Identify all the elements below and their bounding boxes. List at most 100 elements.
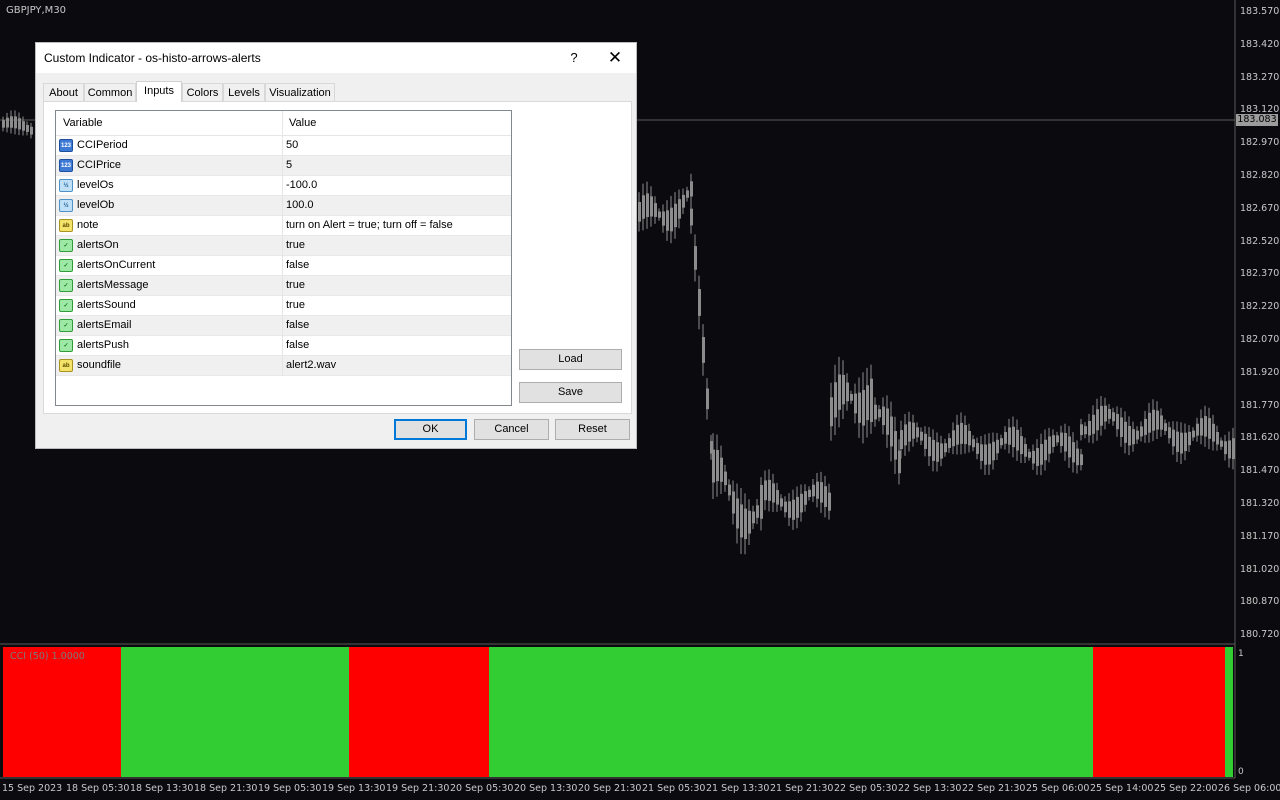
- price-tick-label: 183.570: [1240, 6, 1280, 17]
- ok-button[interactable]: OK: [394, 419, 467, 440]
- variable-value[interactable]: false: [286, 319, 309, 331]
- candle-body: [1216, 431, 1219, 445]
- variable-value[interactable]: true: [286, 239, 305, 251]
- time-tick-label: 20 Sep 21:30: [578, 783, 642, 794]
- candle-body: [1208, 418, 1211, 439]
- candle-body: [1072, 442, 1075, 463]
- table-row[interactable]: 123 CCIPeriod 50: [56, 136, 511, 156]
- help-button[interactable]: ?: [562, 46, 586, 70]
- table-row[interactable]: ✓ alertsSound true: [56, 296, 511, 316]
- table-row[interactable]: ab note turn on Alert = true; turn off = f…: [56, 216, 511, 236]
- variable-value[interactable]: false: [286, 339, 309, 351]
- variable-value[interactable]: true: [286, 279, 305, 291]
- candle-body: [772, 483, 775, 503]
- column-divider: [282, 136, 283, 156]
- time-tick-label: 21 Sep 13:30: [706, 783, 770, 794]
- variable-name: alertsOn: [77, 239, 119, 251]
- variable-name: alertsSound: [77, 299, 136, 311]
- string-type-icon: ab: [59, 359, 73, 372]
- price-tick-label: 182.970: [1240, 137, 1280, 149]
- candle-body: [1140, 426, 1143, 437]
- candle-body: [728, 484, 731, 496]
- table-row[interactable]: ✓ alertsMessage true: [56, 276, 511, 296]
- table-row[interactable]: ½ levelOb 100.0: [56, 196, 511, 216]
- column-divider: [282, 356, 283, 376]
- price-tick-label: 181.320: [1240, 498, 1280, 509]
- variable-value[interactable]: -100.0: [286, 179, 317, 191]
- column-divider: [282, 196, 283, 216]
- column-divider: [282, 276, 283, 296]
- close-icon[interactable]: ✕: [602, 46, 628, 70]
- candle-body: [638, 201, 641, 222]
- candle-body: [920, 431, 923, 441]
- variable-value[interactable]: false: [286, 259, 309, 271]
- variable-name: alertsOnCurrent: [77, 259, 156, 271]
- candle-body: [1084, 426, 1087, 435]
- candle-body: [712, 449, 715, 483]
- time-tick-label: 20 Sep 05:30: [450, 783, 514, 794]
- table-row[interactable]: ✓ alertsPush false: [56, 336, 511, 356]
- price-tick-label: 182.670: [1240, 202, 1280, 214]
- candle-body: [850, 394, 853, 401]
- table-row[interactable]: ½ levelOs -100.0: [56, 176, 511, 196]
- candle-body: [1148, 412, 1151, 433]
- candle-body: [956, 424, 959, 445]
- candle-body: [678, 199, 681, 219]
- header-divider[interactable]: [282, 111, 283, 135]
- table-row[interactable]: ✓ alertsOn true: [56, 236, 511, 256]
- candle-body: [1152, 409, 1155, 431]
- reset-button[interactable]: Reset: [555, 419, 630, 440]
- tab-levels[interactable]: Levels: [223, 83, 265, 101]
- candle-body: [682, 194, 685, 208]
- header-value[interactable]: Value: [289, 117, 316, 129]
- candle-body: [1136, 430, 1139, 440]
- tab-about[interactable]: About: [43, 83, 84, 101]
- table-row[interactable]: ✓ alertsOnCurrent false: [56, 256, 511, 276]
- load-button[interactable]: Load: [519, 349, 622, 370]
- candle-body: [690, 208, 693, 226]
- candle-body: [1100, 405, 1103, 426]
- save-button[interactable]: Save: [519, 382, 622, 403]
- histogram-bar-bull: [1225, 647, 1233, 777]
- candle-body: [854, 393, 857, 414]
- candle-body: [1112, 412, 1115, 422]
- variable-value[interactable]: 100.0: [286, 199, 314, 211]
- candle-body: [992, 441, 995, 461]
- candle-body: [30, 126, 33, 135]
- variable-name: CCIPeriod: [77, 139, 128, 151]
- candle-body: [1224, 441, 1227, 455]
- candle-body: [820, 482, 823, 503]
- candle-body: [6, 117, 9, 128]
- tab-colors[interactable]: Colors: [182, 83, 223, 101]
- table-row[interactable]: ✓ alertsEmail false: [56, 316, 511, 336]
- candle-body: [650, 196, 653, 217]
- candle-body: [642, 195, 645, 219]
- candle-body: [1132, 429, 1135, 445]
- variable-value[interactable]: true: [286, 299, 305, 311]
- dialog-title: Custom Indicator - os-histo-arrows-alert…: [44, 51, 261, 65]
- variable-value[interactable]: alert2.wav: [286, 359, 336, 371]
- header-variable[interactable]: Variable: [63, 117, 103, 129]
- time-tick-label: 21 Sep 21:30: [770, 783, 834, 794]
- candle-body: [670, 207, 673, 232]
- cancel-button[interactable]: Cancel: [474, 419, 549, 440]
- tab-visualization[interactable]: Visualization: [265, 83, 335, 101]
- tab-inputs[interactable]: Inputs: [136, 81, 182, 102]
- tab-common[interactable]: Common: [84, 83, 136, 101]
- variable-value[interactable]: turn on Alert = true; turn off = false: [286, 219, 453, 231]
- dialog-titlebar[interactable]: Custom Indicator - os-histo-arrows-alert…: [36, 43, 636, 73]
- integer-type-icon: 123: [59, 139, 73, 152]
- subwindow-min-label: 0: [1238, 767, 1244, 777]
- variable-value[interactable]: 50: [286, 139, 298, 151]
- candle-body: [1104, 405, 1107, 422]
- candle-body: [838, 374, 841, 410]
- candle-body: [1004, 431, 1007, 444]
- inputs-table[interactable]: Variable Value 123 CCIPeriod 50 123 CCIPrice…: [55, 110, 512, 406]
- candle-body: [858, 392, 861, 423]
- column-divider: [282, 336, 283, 356]
- candle-body: [1188, 431, 1191, 446]
- table-row[interactable]: ab soundfile alert2.wav: [56, 356, 511, 376]
- table-row[interactable]: 123 CCIPrice 5: [56, 156, 511, 176]
- candle-body: [1036, 448, 1039, 466]
- variable-value[interactable]: 5: [286, 159, 292, 171]
